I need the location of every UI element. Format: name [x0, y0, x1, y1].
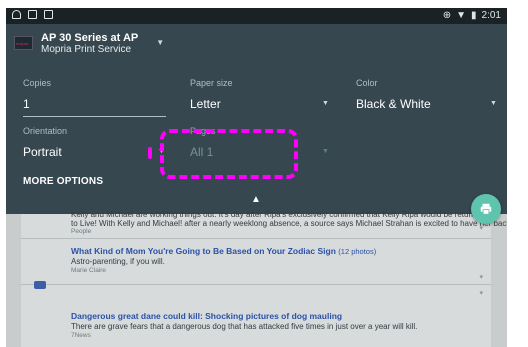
print-icon — [480, 203, 492, 215]
paper-size-label: Paper size — [190, 78, 233, 88]
printer-service: Mopria Print Service — [41, 44, 132, 55]
background-feed: Kelly and Michael are working things out… — [6, 210, 507, 347]
article-headline[interactable]: What Kind of Mom You're Going to Be Base… — [71, 246, 376, 256]
print-button[interactable] — [471, 194, 501, 224]
battery-icon: ▮ — [471, 10, 477, 21]
list-item[interactable]: Kelly and Michael are working things out… — [21, 210, 507, 238]
printer-selector[interactable]: mopria AP 30 Series at AP Mopria Print S… — [14, 32, 164, 55]
download-icon — [44, 10, 53, 19]
paper-size-dropdown-icon[interactable]: ▼ — [322, 100, 329, 107]
color-value[interactable]: Black & White — [356, 97, 498, 111]
copies-field[interactable]: Copies 1 — [23, 78, 166, 117]
article-headline[interactable]: Dangerous great dane could kill: Shockin… — [71, 311, 342, 321]
android-screen: ⊕ ▼ ▮ 2:01 mopria AP 30 Series at AP Mop… — [6, 8, 507, 347]
screenshot-icon — [28, 10, 37, 19]
article-thumbnail[interactable] — [34, 281, 46, 289]
printer-name: AP 30 Series at AP — [41, 32, 139, 44]
color-dropdown-icon[interactable]: ▼ — [490, 100, 497, 107]
highlight-annotation-mark — [148, 147, 152, 159]
list-item[interactable]: ▾ Dangerous great dane could kill: Shock… — [21, 284, 491, 347]
orientation-label: Orientation — [23, 126, 68, 136]
paper-size-value[interactable]: Letter — [190, 97, 332, 111]
status-time: 2:01 — [481, 10, 501, 21]
printer-dropdown-icon[interactable]: ▼ — [156, 38, 164, 47]
more-options-button[interactable]: MORE OPTIONS — [23, 176, 103, 187]
expand-icon[interactable]: ▾ — [479, 273, 483, 281]
bluetooth-icon: ⊕ — [442, 10, 452, 21]
copies-input[interactable]: 1 — [23, 97, 166, 111]
copies-label: Copies — [23, 78, 52, 88]
orientation-value[interactable]: Portrait — [23, 145, 166, 159]
color-label: Color — [356, 78, 378, 88]
pages-dropdown-icon[interactable]: ▼ — [322, 148, 329, 155]
notification-icon — [12, 10, 21, 19]
wifi-icon: ▼ — [456, 10, 467, 21]
list-item[interactable]: What Kind of Mom You're Going to Be Base… — [21, 238, 491, 284]
color-field[interactable]: Color Black & White ▼ — [356, 78, 498, 111]
orientation-field[interactable]: Orientation Portrait ▼ — [23, 126, 166, 159]
expand-icon[interactable]: ▾ — [479, 224, 483, 232]
paper-size-field[interactable]: Paper size Letter ▼ — [190, 78, 332, 111]
print-options-sheet: mopria AP 30 Series at AP Mopria Print S… — [6, 24, 507, 214]
expand-icon[interactable]: ▾ — [479, 289, 483, 297]
status-bar: ⊕ ▼ ▮ 2:01 — [6, 8, 507, 24]
collapse-chevron-icon[interactable]: ▲ — [250, 194, 262, 205]
mopria-logo: mopria — [14, 36, 33, 50]
highlight-annotation — [160, 129, 298, 179]
